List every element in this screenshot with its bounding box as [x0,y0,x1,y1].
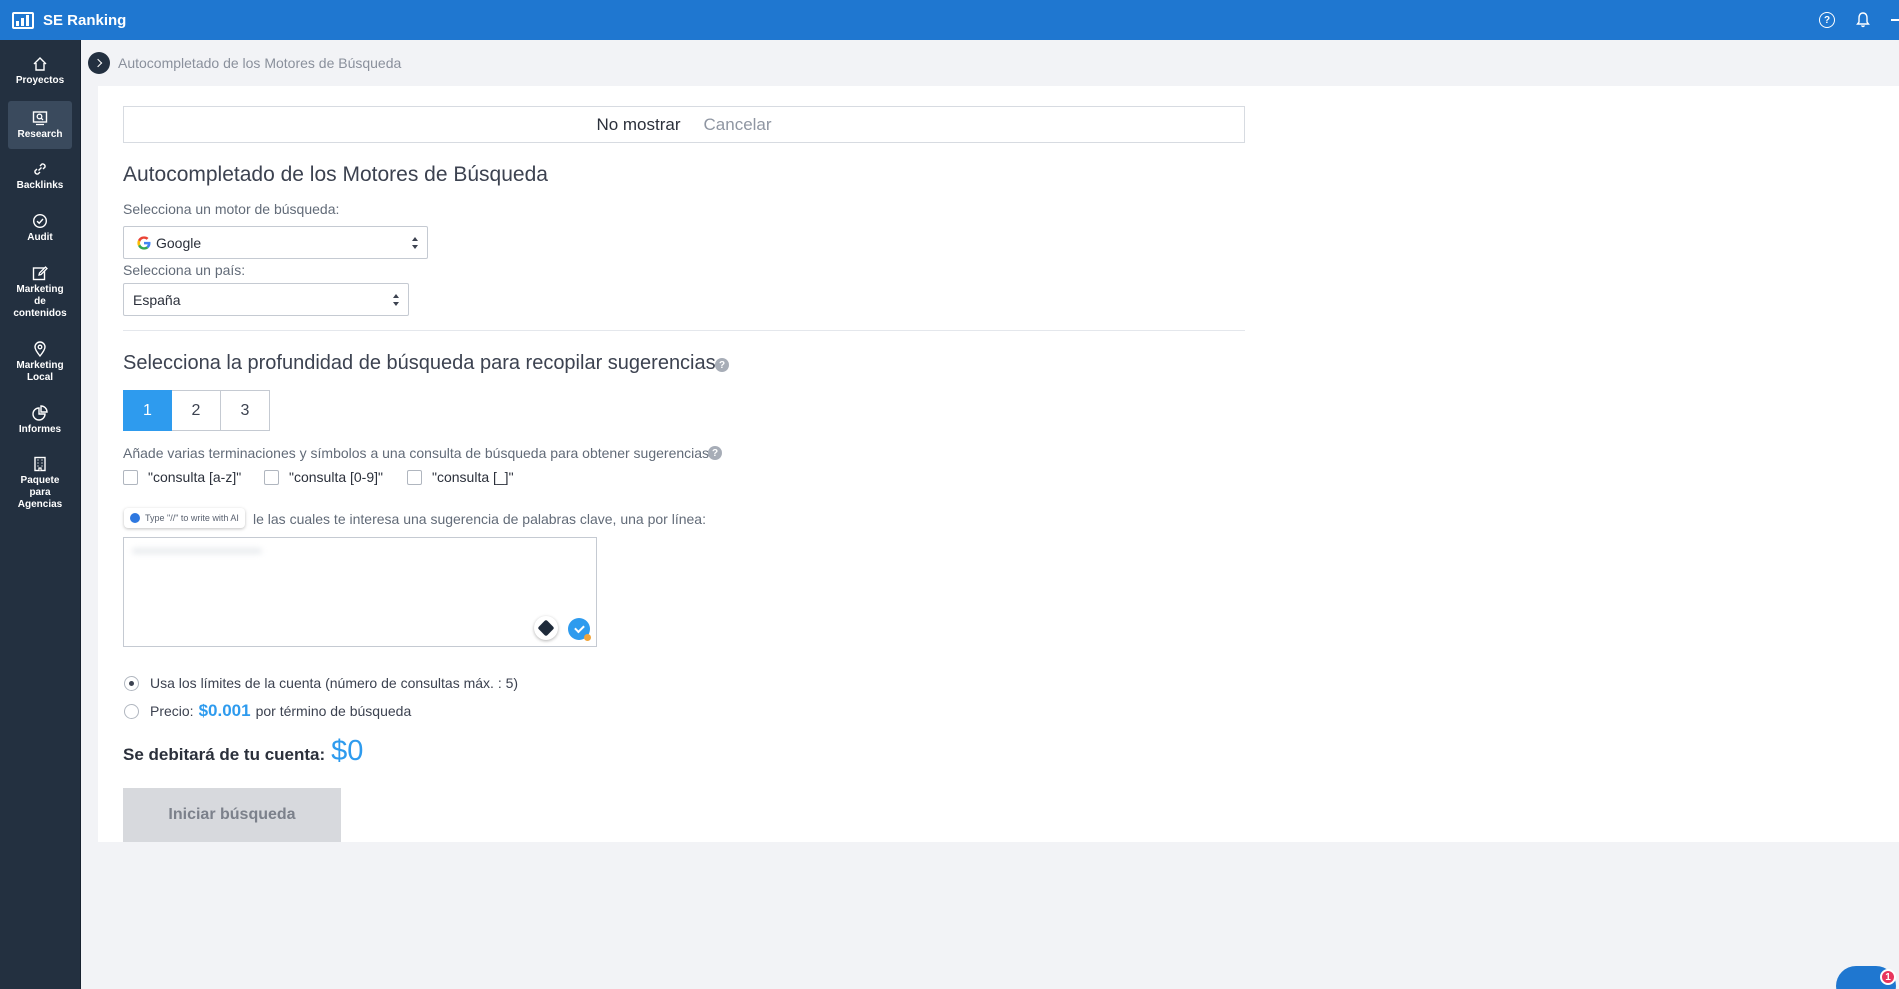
keywords-label: le las cuales te interesa una sugerencia… [253,511,706,527]
sidebar-item-proyectos[interactable]: Proyectos [8,56,72,96]
country-select[interactable]: España [123,283,409,316]
checkbox[interactable] [407,469,422,485]
check-circle-icon [32,213,48,229]
pie-chart-icon [32,405,48,421]
sidebar-item-backlinks[interactable]: Backlinks [8,161,72,201]
ai-hint-text: Type "//" to write with AI [145,513,239,523]
suffix-checkbox-az[interactable]: "consulta [a-z]" [123,469,241,485]
help-icon[interactable]: ? [1819,12,1835,28]
app-title: SE Ranking [43,11,127,29]
edit-icon [32,266,48,281]
section-divider [123,330,1245,331]
radio-price[interactable]: Precio: $0.001 por término de búsqueda [124,701,411,721]
info-icon[interactable]: ? [715,358,729,372]
info-icon[interactable]: ? [708,446,722,460]
debit-summary: Se debitará de tu cuenta: $0 [123,735,363,768]
radio-button[interactable] [124,675,139,691]
keywords-textarea[interactable] [123,537,597,647]
app-logo[interactable]: SE Ranking [12,11,127,29]
checkbox-label: "consulta [_]" [432,469,514,485]
depth-option-3[interactable]: 3 [221,390,270,431]
ai-write-hint[interactable]: Type "//" to write with AI [124,508,245,528]
engine-select-value: Google [156,234,202,251]
home-icon [33,57,47,71]
extension-icon[interactable] [534,616,558,640]
sidebar-item-marketing-contenidos[interactable]: Marketing de contenidos [8,265,72,327]
engine-label: Selecciona un motor de búsqueda: [123,201,340,217]
google-icon [137,235,151,250]
debit-amount: $0 [331,735,364,767]
minimize-icon[interactable] [1891,19,1899,21]
radio-label: Usa los límites de la cuenta (número de … [150,675,519,691]
sidebar-toggle-button[interactable] [88,52,110,74]
breadcrumb: Autocompletado de los Motores de Búsqued… [118,55,402,71]
sidebar-item-label: Informes [18,424,62,435]
suffix-checkbox-underscore[interactable]: "consulta [_]" [407,469,514,485]
grammar-check-icon[interactable] [568,618,591,641]
suffix-label: Añade varias terminaciones y símbolos a … [123,445,710,461]
select-arrows-icon [393,294,400,306]
radio-label-suffix: por término de búsqueda [255,703,412,719]
dont-show-link[interactable]: No mostrar [596,115,680,135]
page-title: Autocompletado de los Motores de Búsqued… [123,163,548,186]
select-arrows-icon [412,237,419,249]
checkbox[interactable] [264,469,279,485]
depth-selector: 1 2 3 [123,390,270,431]
radio-account-limits[interactable]: Usa los límites de la cuenta (número de … [124,675,518,691]
depth-title: Selecciona la profundidad de búsqueda pa… [123,352,716,374]
sidebar-item-label: Marketing de contenidos [13,284,67,319]
sidebar-item-agencias[interactable]: Paquete para Agencias [8,456,72,518]
sidebar-item-label: Backlinks [16,180,64,191]
price-value: $0.001 [198,701,251,720]
depth-option-1[interactable]: 1 [123,390,172,431]
sidebar-item-label: Research [17,129,63,140]
country-select-value: España [133,291,181,308]
sidebar-item-label: Proyectos [15,75,65,86]
checkbox-label: "consulta [0-9]" [289,469,383,485]
notice-bar: No mostrar Cancelar [123,106,1245,143]
country-label: Selecciona un país: [123,262,246,278]
main-panel [98,86,1899,842]
sidebar-item-label: Audit [27,232,53,243]
sidebar-item-audit[interactable]: Audit [8,213,72,253]
depth-option-2[interactable]: 2 [172,390,221,431]
sidebar-item-label: Paquete para Agencias [17,475,63,510]
cancel-link[interactable]: Cancelar [704,115,772,135]
engine-select[interactable]: Google [123,226,428,259]
top-bar: SE Ranking ? [0,0,1899,40]
search-icon [32,111,48,126]
start-search-button[interactable]: Iniciar búsqueda [123,788,341,842]
checkbox[interactable] [123,469,138,485]
sidebar-item-label: Marketing Local [16,360,64,383]
radio-label: Precio: [150,703,194,719]
checkbox-label: "consulta [a-z]" [148,469,242,485]
debit-label: Se debitará de tu cuenta: [123,745,326,764]
sidebar-item-marketing-local[interactable]: Marketing Local [8,341,72,389]
bell-icon[interactable] [1855,12,1871,28]
bar-chart-icon [12,11,34,29]
suffix-checkbox-09[interactable]: "consulta [0-9]" [264,469,383,485]
sidebar-item-informes[interactable]: Informes [8,405,72,445]
radio-button[interactable] [124,703,139,719]
location-pin-icon [34,341,46,357]
link-icon [34,163,46,175]
building-icon [34,456,46,472]
ai-assistant-icon [130,513,140,523]
sidebar-item-research[interactable]: Research [8,101,72,149]
chat-notification-badge: 1 [1880,969,1896,985]
